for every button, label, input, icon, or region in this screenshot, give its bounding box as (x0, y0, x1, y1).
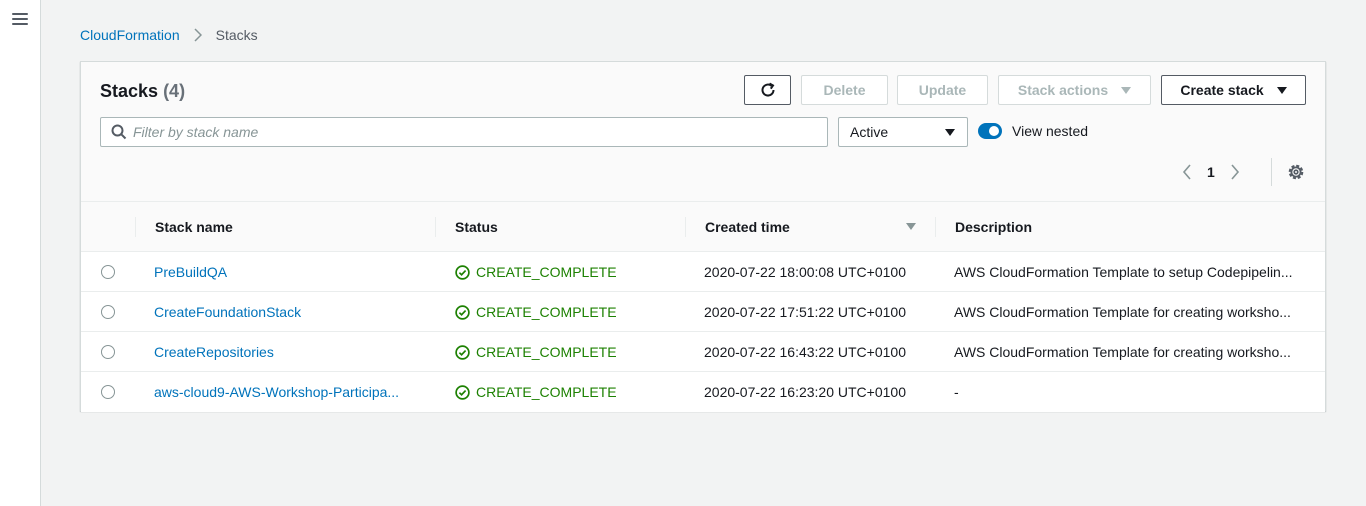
stack-name-link[interactable]: aws-cloud9-AWS-Workshop-Participa... (154, 384, 399, 400)
create-stack-button[interactable]: Create stack (1161, 75, 1306, 105)
row-select-radio[interactable] (101, 305, 115, 319)
hamburger-menu-icon[interactable] (12, 13, 28, 27)
chevron-right-icon[interactable] (1229, 163, 1241, 181)
gear-icon[interactable] (1286, 162, 1306, 182)
column-header-description[interactable]: Description (955, 202, 1032, 252)
table-row[interactable]: PreBuildQA CREATE_COMPLETE 2020-07-22 18… (81, 252, 1325, 292)
column-header-created-time[interactable]: Created time (705, 202, 790, 252)
status-filter-value: Active (850, 124, 889, 140)
description-text: AWS CloudFormation Template to setup Cod… (954, 264, 1293, 280)
check-circle-icon (455, 304, 470, 320)
description-text: AWS CloudFormation Template for creating… (954, 304, 1291, 320)
status-text: CREATE_COMPLETE (476, 384, 617, 400)
status-badge: CREATE_COMPLETE (455, 372, 675, 412)
breadcrumb-current: Stacks (215, 27, 258, 43)
stack-name-link[interactable]: CreateRepositories (154, 344, 274, 360)
check-circle-icon (455, 384, 470, 400)
create-stack-label: Create stack (1180, 82, 1264, 98)
description-text: - (954, 384, 959, 400)
check-circle-icon (455, 344, 470, 360)
stacks-panel: Stacks (4) Delete Update Stack actions C… (80, 61, 1326, 412)
delete-button[interactable]: Delete (801, 75, 888, 105)
search-icon (111, 124, 127, 140)
stack-name-link[interactable]: CreateFoundationStack (154, 304, 301, 320)
search-field[interactable] (100, 117, 828, 147)
update-button[interactable]: Update (897, 75, 988, 105)
divider (1271, 158, 1272, 186)
stack-actions-button[interactable]: Stack actions (998, 75, 1151, 105)
table-row[interactable]: CreateRepositories CREATE_COMPLETE 2020-… (81, 332, 1325, 372)
status-text: CREATE_COMPLETE (476, 304, 617, 320)
pagination: 1 (1181, 161, 1241, 183)
chevron-right-icon (194, 28, 202, 42)
page-number[interactable]: 1 (1207, 164, 1215, 180)
refresh-icon (761, 82, 775, 97)
status-filter-select[interactable]: Active (838, 117, 968, 147)
status-badge: CREATE_COMPLETE (455, 332, 675, 372)
table-row[interactable]: aws-cloud9-AWS-Workshop-Participa... CRE… (81, 372, 1325, 412)
caret-down-icon (945, 129, 955, 136)
check-circle-icon (455, 264, 470, 280)
created-time: 2020-07-22 18:00:08 UTC+0100 (704, 264, 906, 280)
search-input[interactable] (133, 124, 813, 140)
stack-actions-label: Stack actions (1017, 82, 1109, 98)
status-text: CREATE_COMPLETE (476, 264, 617, 280)
row-select-radio[interactable] (101, 345, 115, 359)
view-nested-label: View nested (1012, 123, 1089, 139)
stack-name-link[interactable]: PreBuildQA (154, 264, 227, 280)
column-header-status[interactable]: Status (455, 202, 498, 252)
chevron-left-icon[interactable] (1181, 163, 1193, 181)
stack-count: (4) (163, 81, 186, 101)
breadcrumb: CloudFormation Stacks (80, 27, 258, 43)
table-header: Stack name Status Created time Descripti… (81, 202, 1325, 252)
status-badge: CREATE_COMPLETE (455, 292, 675, 332)
created-time: 2020-07-22 16:43:22 UTC+0100 (704, 344, 906, 360)
panel-header: Stacks (4) Delete Update Stack actions C… (81, 62, 1325, 202)
status-badge: CREATE_COMPLETE (455, 252, 675, 292)
refresh-button[interactable] (744, 75, 791, 105)
page-title: Stacks (4) (100, 81, 185, 102)
view-nested-toggle[interactable] (978, 123, 1002, 139)
caret-down-icon (1121, 86, 1132, 94)
breadcrumb-cloudformation-link[interactable]: CloudFormation (80, 27, 180, 43)
created-time: 2020-07-22 16:23:20 UTC+0100 (704, 384, 906, 400)
created-time: 2020-07-22 17:51:22 UTC+0100 (704, 304, 906, 320)
table-row[interactable]: CreateFoundationStack CREATE_COMPLETE 20… (81, 292, 1325, 332)
status-text: CREATE_COMPLETE (476, 344, 617, 360)
left-navigation-rail (0, 0, 41, 506)
caret-down-icon (1276, 86, 1287, 94)
description-text: AWS CloudFormation Template for creating… (954, 344, 1291, 360)
sort-descending-icon[interactable] (906, 223, 916, 230)
row-select-radio[interactable] (101, 265, 115, 279)
row-select-radio[interactable] (101, 385, 115, 399)
page-title-text: Stacks (100, 81, 159, 101)
column-header-stack-name[interactable]: Stack name (155, 202, 233, 252)
